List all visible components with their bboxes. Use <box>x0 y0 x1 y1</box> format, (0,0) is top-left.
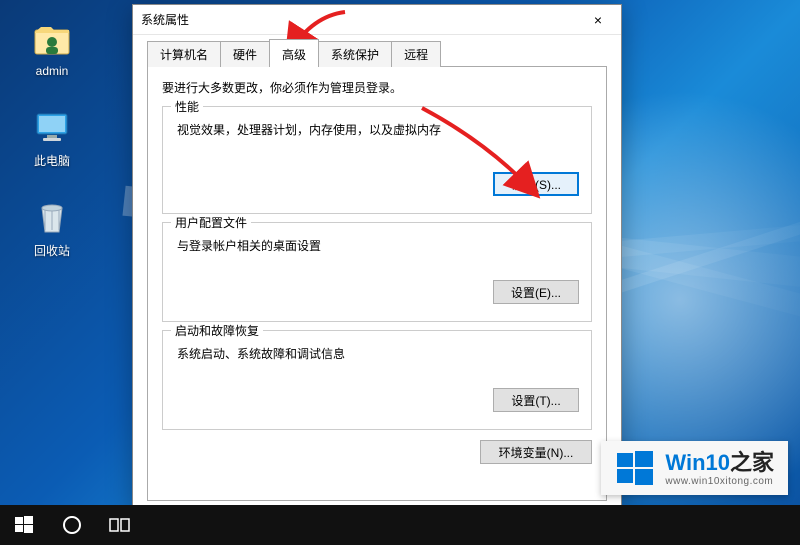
tab-advanced[interactable]: 高级 <box>269 39 319 67</box>
tabstrip: 计算机名 硬件 高级 系统保护 远程 <box>147 41 607 67</box>
system-properties-dialog: 系统属性 × 计算机名 硬件 高级 系统保护 远程 要进行大多数更改，你必须作为… <box>132 4 622 512</box>
close-button[interactable]: × <box>577 5 619 35</box>
group-desc: 系统启动、系统故障和调试信息 <box>177 345 579 362</box>
start-button[interactable] <box>0 505 48 545</box>
desktop-icon-this-pc[interactable]: 此电脑 <box>14 106 90 169</box>
tab-panel-advanced: 要进行大多数更改，你必须作为管理员登录。 性能 视觉效果，处理器计划，内存使用，… <box>147 66 607 501</box>
taskbar[interactable] <box>0 505 800 545</box>
group-desc: 与登录帐户相关的桌面设置 <box>177 237 579 254</box>
tab-system-protection[interactable]: 系统保护 <box>318 41 392 67</box>
windows-logo-icon <box>615 449 655 489</box>
task-view-button[interactable] <box>96 505 144 545</box>
group-legend: 用户配置文件 <box>171 214 251 231</box>
tab-remote[interactable]: 远程 <box>391 41 441 67</box>
windows-start-icon <box>15 516 33 534</box>
tab-computer-name[interactable]: 计算机名 <box>147 41 221 67</box>
window-title: 系统属性 <box>141 11 577 28</box>
group-desc: 视觉效果，处理器计划，内存使用，以及虚拟内存 <box>177 121 579 138</box>
intro-text: 要进行大多数更改，你必须作为管理员登录。 <box>162 79 592 96</box>
titlebar[interactable]: 系统属性 × <box>133 5 621 35</box>
desktop-icon-label: admin <box>36 64 69 78</box>
this-pc-icon <box>31 106 73 148</box>
group-startup-recovery: 启动和故障恢复 系统启动、系统故障和调试信息 设置(T)... <box>162 330 592 430</box>
performance-settings-button[interactable]: 设置(S)... <box>493 172 579 196</box>
group-legend: 启动和故障恢复 <box>171 322 263 339</box>
group-user-profiles: 用户配置文件 与登录帐户相关的桌面设置 设置(E)... <box>162 222 592 322</box>
cortana-circle-icon <box>62 515 82 535</box>
desktop-icon-recycle-bin[interactable]: 回收站 <box>14 196 90 259</box>
watermark: Win10之家 www.win10xitong.com <box>601 441 788 495</box>
recycle-bin-icon <box>31 196 73 238</box>
group-performance: 性能 视觉效果，处理器计划，内存使用，以及虚拟内存 设置(S)... <box>162 106 592 214</box>
watermark-url: www.win10xitong.com <box>665 476 774 487</box>
user-profiles-settings-button[interactable]: 设置(E)... <box>493 280 579 304</box>
desktop-icon-label: 回收站 <box>34 242 70 259</box>
watermark-brand: Win10之家 <box>665 451 774 475</box>
tab-hardware[interactable]: 硬件 <box>220 41 270 67</box>
environment-variables-button[interactable]: 环境变量(N)... <box>480 440 592 464</box>
desktop-icon-admin[interactable]: admin <box>14 18 90 78</box>
cortana-button[interactable] <box>48 505 96 545</box>
task-view-icon <box>109 516 131 534</box>
desktop-icon-label: 此电脑 <box>34 152 70 169</box>
group-legend: 性能 <box>171 98 203 115</box>
user-folder-icon <box>31 18 73 60</box>
startup-recovery-settings-button[interactable]: 设置(T)... <box>493 388 579 412</box>
